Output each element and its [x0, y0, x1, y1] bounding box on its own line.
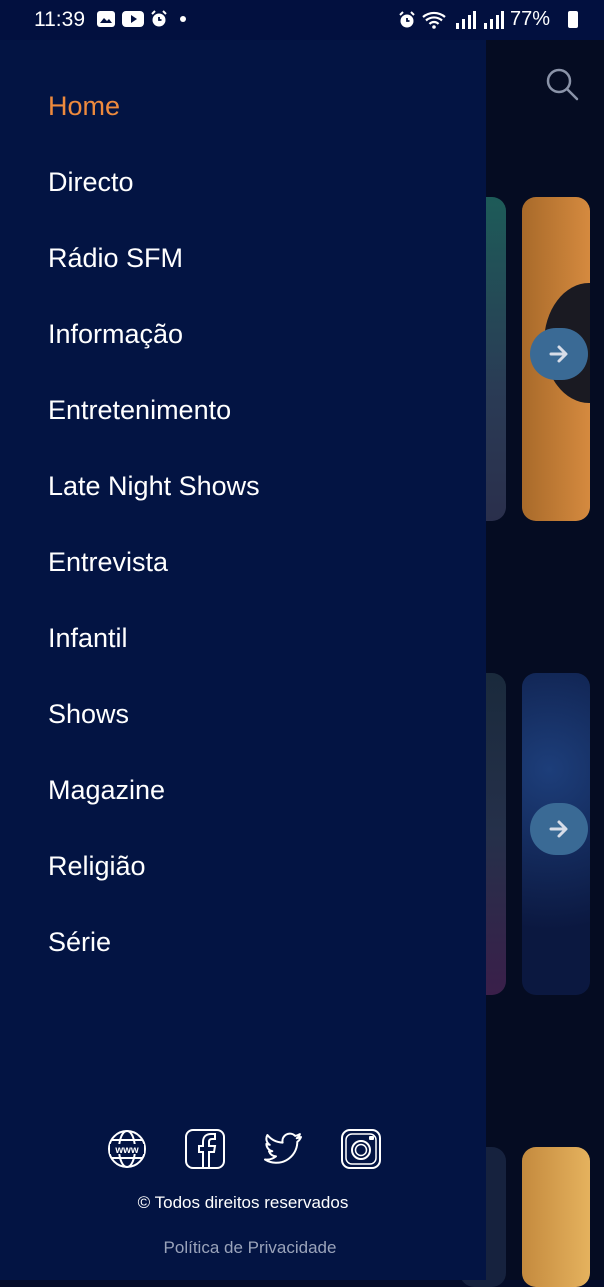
system-icons: 77%: [398, 8, 568, 31]
signal-icon: [455, 10, 476, 29]
alarm-icon: [399, 10, 415, 27]
menu-item-religiao[interactable]: Religião: [48, 846, 260, 922]
notification-icons: [96, 10, 186, 28]
facebook-icon[interactable]: [184, 1128, 226, 1170]
menu-item-directo[interactable]: Directo: [48, 162, 260, 238]
menu-item-late-night-shows[interactable]: Late Night Shows: [48, 466, 260, 542]
globe-icon[interactable]: www: [106, 1128, 148, 1170]
status-time: 11:39: [34, 8, 85, 31]
youtube-icon: [122, 11, 144, 27]
menu-item-magazine[interactable]: Magazine: [48, 770, 260, 846]
gallery-icon: [97, 11, 115, 27]
privacy-policy-link[interactable]: Política de Privacidade: [0, 1238, 500, 1258]
twitter-icon[interactable]: [262, 1128, 304, 1170]
search-icon[interactable]: [544, 66, 580, 102]
status-bar: 11:39 77%: [0, 0, 604, 40]
menu-item-infantil[interactable]: Infantil: [48, 618, 260, 694]
menu-item-shows[interactable]: Shows: [48, 694, 260, 770]
navigation-drawer: Home Directo Rádio SFM Informação Entret…: [0, 0, 486, 1280]
battery-icon: [568, 11, 578, 28]
notification-dot: [180, 16, 186, 22]
signal-icon: [483, 10, 504, 29]
menu-item-radio-sfm[interactable]: Rádio SFM: [48, 238, 260, 314]
social-links: www: [106, 1128, 382, 1170]
menu-item-entretenimento[interactable]: Entretenimento: [48, 390, 260, 466]
arrow-right-icon: [549, 820, 568, 838]
wifi-icon: [422, 11, 446, 29]
copyright-text: © Todos direitos reservados: [137, 1193, 349, 1212]
content-card[interactable]: [522, 1147, 590, 1287]
svg-text:www: www: [114, 1145, 139, 1156]
drawer-menu: Home Directo Rádio SFM Informação Entret…: [48, 86, 260, 998]
menu-item-entrevista[interactable]: Entrevista: [48, 542, 260, 618]
instagram-icon[interactable]: [340, 1128, 382, 1170]
arrow-right-icon: [549, 345, 568, 363]
menu-item-serie[interactable]: Série: [48, 922, 260, 998]
next-arrow-button[interactable]: [530, 328, 588, 380]
menu-item-home[interactable]: Home: [48, 86, 260, 162]
alarm-icon: [151, 10, 167, 27]
menu-item-informacao[interactable]: Informação: [48, 314, 260, 390]
next-arrow-button[interactable]: [530, 803, 588, 855]
battery-level: 77%: [509, 8, 550, 30]
